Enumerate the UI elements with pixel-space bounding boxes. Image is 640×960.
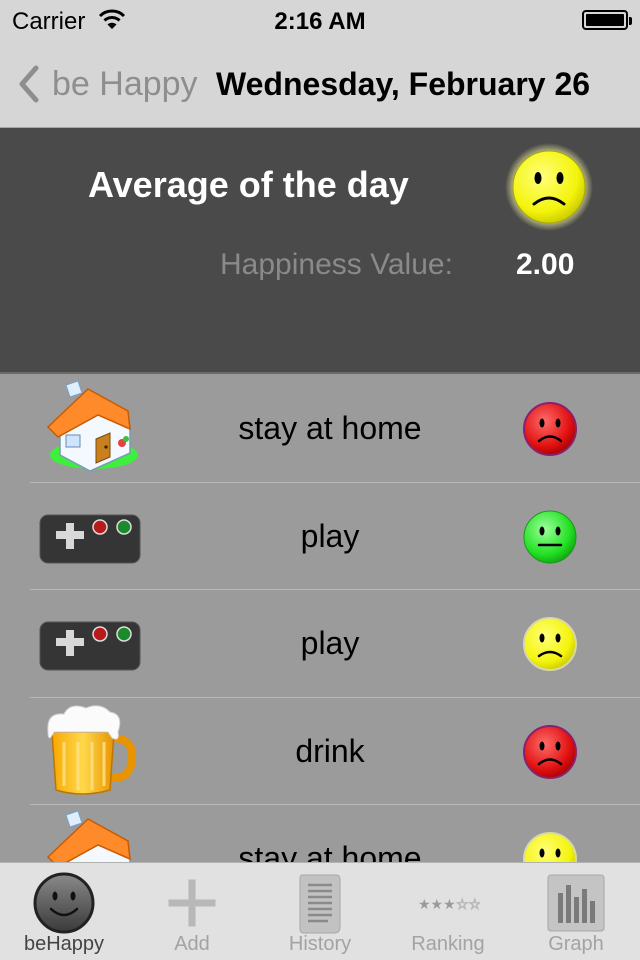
back-button-label: be Happy bbox=[52, 64, 198, 103]
plus-icon bbox=[168, 879, 216, 927]
happiness-value: 2.00 bbox=[516, 248, 575, 281]
sad-face-red-icon bbox=[523, 724, 577, 779]
house-icon bbox=[46, 380, 138, 472]
chevron-left-icon bbox=[19, 65, 39, 103]
tab-label: History bbox=[288, 933, 352, 955]
tab-add[interactable]: Add bbox=[128, 863, 256, 960]
back-button[interactable]: be Happy bbox=[14, 62, 198, 106]
house-icon bbox=[46, 810, 131, 862]
list-item[interactable]: stay at home bbox=[0, 805, 640, 862]
tab-label: Graph bbox=[548, 933, 604, 955]
list-item[interactable]: play bbox=[0, 590, 640, 698]
list-item[interactable]: stay at home bbox=[0, 375, 640, 483]
activity-label: play bbox=[300, 517, 360, 554]
status-bar: Carrier 2:16 AM bbox=[0, 0, 640, 40]
status-time: 2:16 AM bbox=[274, 8, 366, 35]
svg-text:☆☆: ☆☆ bbox=[456, 897, 480, 913]
activity-label: stay at home bbox=[238, 410, 422, 446]
svg-text:★★★: ★★★ bbox=[418, 897, 456, 913]
bar-chart-icon bbox=[547, 874, 605, 932]
game-controller-icon bbox=[39, 514, 141, 563]
tab-label: Add bbox=[174, 933, 210, 955]
page-title: Wednesday, February 26 bbox=[216, 66, 591, 102]
activity-label: play bbox=[300, 625, 360, 661]
happiness-value-label: Happiness Value: bbox=[220, 248, 453, 281]
tab-history[interactable]: History bbox=[256, 863, 384, 960]
tab-bar: beHappy Add History ★★★ ☆☆ Ranking Graph bbox=[0, 862, 640, 960]
sad-face-yellow-icon bbox=[505, 143, 593, 231]
list-item[interactable]: drink bbox=[0, 698, 640, 806]
beer-mug-icon bbox=[47, 704, 137, 795]
sad-face-yellow-icon bbox=[523, 832, 577, 862]
list-item[interactable]: play bbox=[0, 483, 640, 591]
tab-behappy[interactable]: beHappy bbox=[0, 863, 128, 960]
activity-label: drink bbox=[295, 732, 365, 769]
activity-label: stay at home bbox=[238, 840, 422, 862]
summary-title: Average of the day bbox=[88, 164, 409, 205]
stars-icon: ★★★ ☆☆ bbox=[418, 897, 480, 914]
tab-label: beHappy bbox=[23, 933, 105, 955]
battery-icon bbox=[582, 10, 632, 30]
activity-list[interactable]: stay at home play play drink stay at hom… bbox=[0, 375, 640, 862]
sad-face-yellow-icon bbox=[523, 617, 577, 671]
navigation-bar: be Happy Wednesday, February 26 bbox=[0, 40, 640, 128]
game-controller-icon bbox=[39, 621, 141, 671]
tab-label: Ranking bbox=[411, 933, 485, 955]
day-summary: Average of the day Happiness Value: 2.00 bbox=[0, 128, 640, 374]
tab-ranking[interactable]: ★★★ ☆☆ Ranking bbox=[384, 863, 512, 960]
smiley-face-icon bbox=[33, 872, 95, 934]
neutral-face-green-icon bbox=[523, 510, 577, 563]
tab-graph[interactable]: Graph bbox=[512, 863, 640, 960]
sad-face-red-icon bbox=[523, 402, 577, 456]
scroll-icon bbox=[299, 874, 341, 934]
